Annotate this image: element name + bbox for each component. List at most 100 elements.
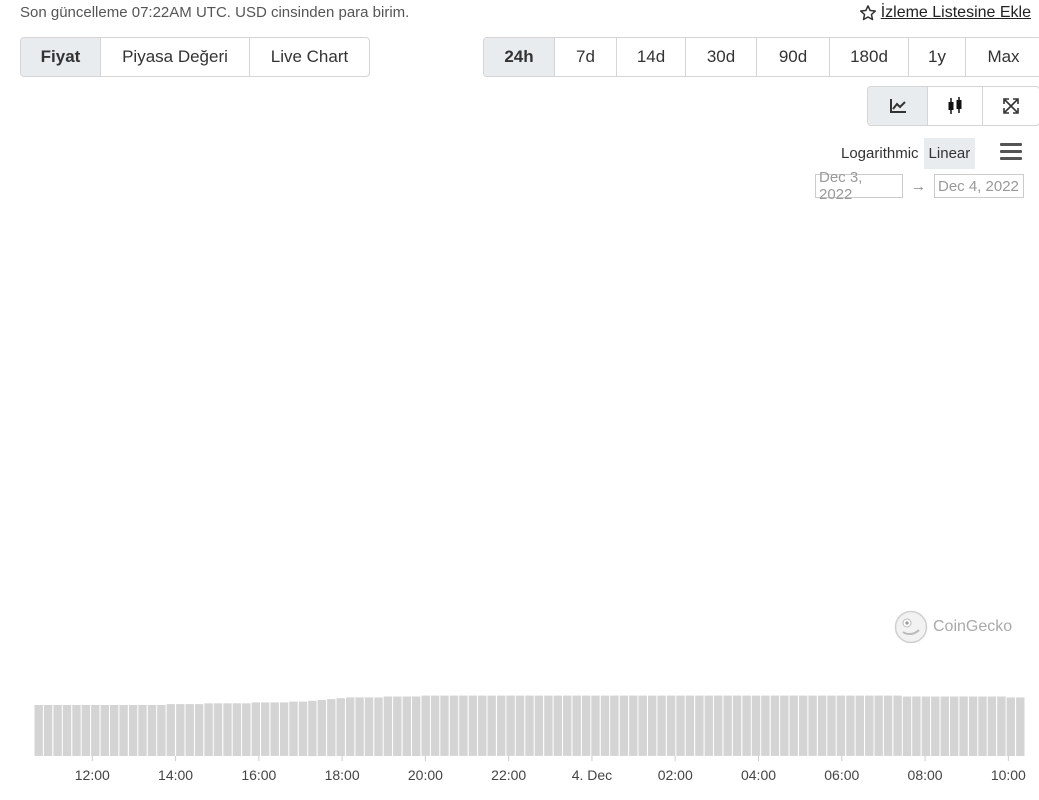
volume-bar xyxy=(279,702,289,756)
volume-bar xyxy=(317,699,326,756)
volume-bar xyxy=(336,698,345,756)
range-24h-button[interactable]: 24h xyxy=(484,38,555,76)
range-14d-button[interactable]: 14d xyxy=(617,38,686,76)
x-tick-label: 02:00 xyxy=(658,767,693,783)
tab-live-chart[interactable]: Live Chart xyxy=(250,38,369,76)
volume-bar xyxy=(940,696,949,756)
chart-menu-button[interactable] xyxy=(1000,143,1022,164)
volume-bar xyxy=(468,695,478,756)
volume-bar xyxy=(855,695,864,756)
volume-bar xyxy=(383,696,393,756)
x-tick-label: 14:00 xyxy=(158,767,193,783)
volume-bar xyxy=(147,705,157,756)
volume-bar xyxy=(883,695,893,756)
volume-bar xyxy=(374,697,383,756)
volume-bar xyxy=(91,705,100,756)
scale-selector: Logarithmic Linear xyxy=(836,138,976,169)
volume-bar xyxy=(950,696,959,756)
volume-bar xyxy=(289,701,298,756)
x-tick-label: 12:00 xyxy=(75,767,110,783)
x-tick-label: 4. Dec xyxy=(572,767,612,783)
date-from-input[interactable]: Dec 3, 2022 xyxy=(815,169,903,203)
range-24h-label: 24h xyxy=(504,47,534,66)
range-90d-button[interactable]: 90d xyxy=(757,38,830,76)
volume-bar xyxy=(298,701,308,756)
fullscreen-button[interactable] xyxy=(983,87,1039,125)
date-to-input[interactable]: Dec 4, 2022 xyxy=(934,174,1024,198)
chart-metric-tabs: Fiyat Piyasa Değeri Live Chart xyxy=(20,37,370,77)
volume-bar xyxy=(478,695,487,756)
range-7d-button[interactable]: 7d xyxy=(555,38,617,76)
range-30d-label: 30d xyxy=(706,47,736,66)
coingecko-logo-icon xyxy=(894,610,928,644)
volume-bar xyxy=(544,695,553,756)
volume-bar xyxy=(100,705,109,756)
candlestick-button[interactable] xyxy=(928,87,983,125)
volume-bar xyxy=(808,695,817,756)
range-180d-label: 180d xyxy=(850,47,888,66)
volume-bar xyxy=(157,705,166,756)
volume-bar xyxy=(270,702,279,756)
volume-bar xyxy=(364,697,374,756)
range-max-button[interactable]: Max xyxy=(966,38,1039,76)
volume-bar xyxy=(799,695,808,756)
chart-type-toggle xyxy=(867,86,1039,126)
volume-bar xyxy=(685,695,695,756)
volume-bar xyxy=(780,695,789,756)
volume-bar xyxy=(921,696,931,756)
volume-bar xyxy=(430,695,440,756)
volume-bar xyxy=(581,695,591,756)
scale-linear-option[interactable]: Linear xyxy=(923,138,976,169)
volume-bar xyxy=(176,704,185,756)
volume-bar xyxy=(459,695,468,756)
volume-bar xyxy=(185,704,194,756)
volume-bar xyxy=(619,695,629,756)
volume-bar xyxy=(223,703,232,756)
volume-bar xyxy=(959,696,968,756)
volume-bar xyxy=(657,695,666,756)
volume-bar xyxy=(563,695,572,756)
volume-bar xyxy=(676,695,685,756)
volume-bar xyxy=(997,696,1006,756)
range-30d-button[interactable]: 30d xyxy=(686,38,757,76)
volume-bar xyxy=(648,695,657,756)
price-chart[interactable]: $0,00000950$0,00000945$0,00000940$0,0000… xyxy=(0,210,1039,800)
volume-bar xyxy=(610,695,619,756)
range-1y-button[interactable]: 1y xyxy=(909,38,966,76)
volume-bar xyxy=(770,695,780,756)
candlestick-icon xyxy=(948,97,962,114)
volume-bar xyxy=(204,703,213,756)
volume-bar xyxy=(393,696,402,756)
date-range-arrow: → xyxy=(911,178,926,195)
scale-logarithmic-option[interactable]: Logarithmic xyxy=(836,138,924,169)
volume-bar xyxy=(902,696,912,756)
x-tick-label: 08:00 xyxy=(908,767,943,783)
add-to-watchlist-link[interactable]: İzleme Listesine Ekle xyxy=(859,4,1031,22)
range-180d-button[interactable]: 180d xyxy=(830,38,909,76)
x-tick-label: 10:00 xyxy=(991,767,1026,783)
range-90d-label: 90d xyxy=(778,47,808,66)
volume-bar xyxy=(817,695,827,756)
x-tick-label: 16:00 xyxy=(241,767,276,783)
volume-bar xyxy=(761,695,770,756)
volume-bar xyxy=(138,705,147,756)
star-icon xyxy=(859,5,876,21)
volume-bar xyxy=(978,696,987,756)
x-tick-label: 06:00 xyxy=(824,767,859,783)
line-chart-button[interactable] xyxy=(868,87,928,125)
volume-bar xyxy=(261,702,270,756)
volume-bar xyxy=(402,696,411,756)
volume-bar xyxy=(714,695,723,756)
volume-bar xyxy=(1006,697,1015,756)
volume-bar xyxy=(534,695,544,756)
volume-bar xyxy=(449,695,459,756)
volume-bar xyxy=(987,696,997,756)
range-7d-label: 7d xyxy=(576,47,595,66)
tab-price[interactable]: Fiyat xyxy=(21,38,101,76)
volume-bar xyxy=(836,695,846,756)
volume-bar xyxy=(572,695,581,756)
volume-bar xyxy=(497,695,506,756)
x-tick-label: 04:00 xyxy=(741,767,776,783)
coingecko-watermark: CoinGecko xyxy=(894,610,1012,644)
tab-market-cap[interactable]: Piyasa Değeri xyxy=(101,38,250,76)
